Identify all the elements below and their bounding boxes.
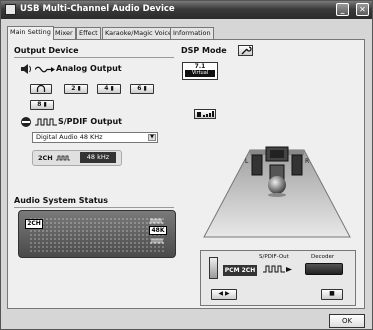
ok-button[interactable]: OK xyxy=(329,314,365,328)
tab-karaoke[interactable]: Karaoke/Magic Voice xyxy=(102,27,175,39)
decoder-label: Decoder xyxy=(311,254,335,260)
status-dot-grid xyxy=(29,217,165,253)
headphone-button[interactable] xyxy=(30,84,52,94)
channel-8-button[interactable]: 8 ▮ xyxy=(30,100,54,110)
speaker-stage: L R xyxy=(203,146,351,238)
speaker-block-icon: ▮ xyxy=(143,85,147,92)
speaker-play-icon: ◀ ▶ xyxy=(218,290,230,297)
audio-status-display: 2CH 48K xyxy=(18,210,176,258)
minimize-button[interactable]: _ xyxy=(336,3,349,16)
analog-output-label: Analog Output xyxy=(56,64,122,73)
play-test-button[interactable]: ◀ ▶ xyxy=(211,289,237,300)
digital-signal-icon xyxy=(56,155,70,161)
spdif-out-label: S/PDIF-Out xyxy=(259,254,289,260)
spdif-toggle-icon[interactable] xyxy=(20,116,32,128)
title-bar: USB Multi-Channel Audio Device _ ✕ xyxy=(1,1,372,19)
status-signal-icon xyxy=(150,238,166,244)
speaker-block-icon: ▮ xyxy=(43,101,47,108)
level-meter-button[interactable] xyxy=(194,109,216,119)
headphone-icon xyxy=(36,84,46,92)
app-icon xyxy=(5,4,16,15)
stop-icon: ■ xyxy=(329,290,335,297)
spdif-output-label: S/PDIF Output xyxy=(58,117,122,126)
channel-6-button[interactable]: 6 ▮ xyxy=(130,84,154,94)
stop-button[interactable]: ■ xyxy=(321,289,343,300)
section-divider xyxy=(14,207,174,208)
spdif-format-select[interactable]: Digital Audio 48 KHz ▼ xyxy=(32,132,158,143)
tab-main-setting[interactable]: Main Setting xyxy=(7,26,54,40)
section-divider xyxy=(14,57,174,58)
speaker-block-icon: ▮ xyxy=(110,85,114,92)
close-button[interactable]: ✕ xyxy=(356,3,369,16)
spdif-rate-display: 48 kHz xyxy=(80,152,116,163)
dsp-mode-badge[interactable]: 7.1 Virtual xyxy=(182,62,218,80)
main-setting-page: Output Device Analog Output 2 ▮ 4 ▮ 6 ▮ … xyxy=(7,39,365,309)
output-device-title: Output Device xyxy=(14,46,79,55)
speaker-icon xyxy=(20,63,32,75)
tab-information[interactable]: Information xyxy=(170,27,214,39)
digital-wave-icon xyxy=(35,118,57,126)
app-window: USB Multi-Channel Audio Device _ ✕ Main … xyxy=(0,0,373,330)
channel-2-button[interactable]: 2 ▮ xyxy=(64,84,88,94)
level-meter-icon xyxy=(197,111,214,117)
decoder-device-icon xyxy=(305,263,343,275)
audio-status-title: Audio System Status xyxy=(14,196,109,205)
pcm-display: PCM 2CH xyxy=(223,265,257,276)
chevron-down-icon: ▼ xyxy=(148,134,156,141)
dsp-settings-button[interactable] xyxy=(238,45,253,56)
status-channel-chip: 2CH xyxy=(25,219,43,229)
signal-path-panel: PCM 2CH S/PDIF-Out Decoder ◀ ▶ ■ xyxy=(200,250,356,306)
tab-mixer[interactable]: Mixer xyxy=(52,27,76,39)
status-signal-icon xyxy=(149,218,165,224)
analog-wave-icon xyxy=(34,65,55,74)
dsp-mode-title: DSP Mode xyxy=(181,46,227,55)
source-device-icon xyxy=(209,257,218,279)
tab-effect[interactable]: Effect xyxy=(76,27,101,39)
channel-4-button[interactable]: 4 ▮ xyxy=(97,84,121,94)
speaker-block-icon: ▮ xyxy=(77,85,81,92)
svg-text:R: R xyxy=(305,158,309,165)
spdif-channel-label: 2CH xyxy=(38,154,53,162)
wrench-icon xyxy=(241,46,252,55)
status-rate-chip: 48K xyxy=(149,226,167,235)
window-title: USB Multi-Channel Audio Device xyxy=(20,4,175,14)
digital-out-icon xyxy=(263,265,293,273)
